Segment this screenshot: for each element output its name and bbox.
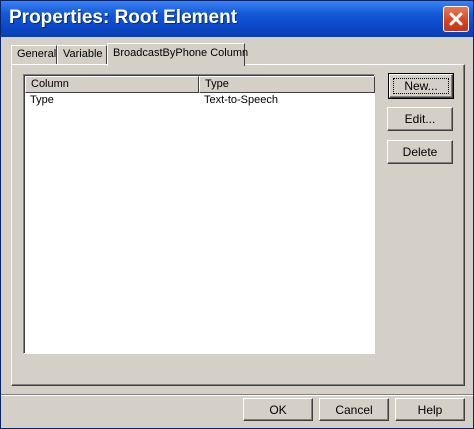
column-header-column-label: Column	[31, 78, 69, 90]
list-item-column: Type	[30, 94, 54, 106]
tab-variable[interactable]: Variable	[57, 45, 107, 64]
list-item-type: Text-to-Speech	[204, 94, 278, 106]
delete-button-label: Delete	[402, 145, 438, 159]
edit-button-label: Edit...	[404, 112, 436, 126]
edit-button[interactable]: Edit...	[387, 107, 453, 131]
window-title: Properties: Root Element	[9, 7, 238, 28]
cancel-button[interactable]: Cancel	[319, 398, 389, 421]
help-button[interactable]: Help	[395, 398, 465, 421]
close-button[interactable]	[443, 6, 469, 32]
list-item[interactable]: Type Text-to-Speech	[25, 93, 374, 108]
tab-general[interactable]: General	[11, 45, 57, 64]
help-button-label: Help	[417, 402, 443, 417]
list-header: Column Type	[25, 76, 375, 93]
ok-button[interactable]: OK	[243, 398, 313, 421]
column-header-type[interactable]: Type	[199, 76, 375, 93]
close-icon	[449, 12, 463, 26]
ok-button-label: OK	[269, 402, 287, 417]
column-header-type-label: Type	[205, 78, 229, 90]
delete-button[interactable]: Delete	[387, 140, 453, 164]
tab-general-label: General	[17, 48, 57, 60]
new-button-label: New...	[404, 79, 438, 93]
tab-broadcastbyphone-column[interactable]: BroadcastByPhone Column	[107, 43, 249, 66]
properties-dialog: Properties: Root Element General Variabl…	[0, 0, 474, 429]
column-header-column[interactable]: Column	[25, 76, 199, 93]
column-list[interactable]: Column Type Type Text-to-Speech	[23, 74, 375, 354]
new-button[interactable]: New...	[388, 73, 454, 99]
title-bar[interactable]: Properties: Root Element	[1, 1, 473, 37]
tab-variable-label: Variable	[63, 48, 103, 60]
tab-broadcastbyphone-column-label: BroadcastByPhone Column	[113, 47, 249, 59]
cancel-button-label: Cancel	[335, 402, 373, 417]
footer-separator	[1, 394, 473, 396]
